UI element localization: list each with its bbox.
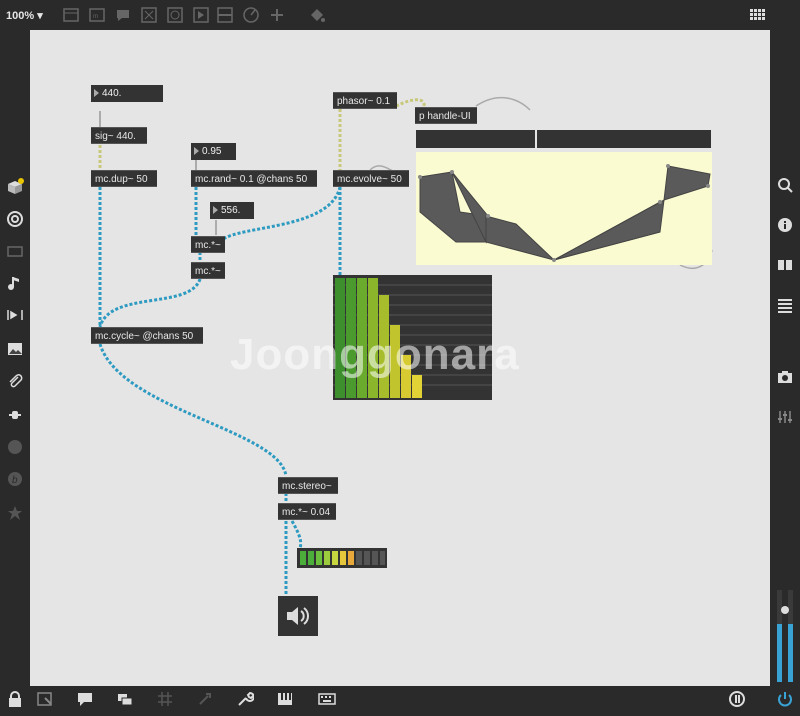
svg-text:b: b <box>12 475 18 486</box>
vizzie-icon[interactable] <box>6 438 24 456</box>
image-icon[interactable] <box>6 340 24 358</box>
piano-icon[interactable] <box>276 690 294 708</box>
plug-icon[interactable] <box>6 406 24 424</box>
snap-icon[interactable] <box>196 690 214 708</box>
frequency-number-box[interactable]: 440. <box>91 85 163 102</box>
message-box-icon[interactable]: m <box>88 6 106 24</box>
mc-multiply-object-1[interactable]: mc.*~ <box>191 236 225 253</box>
top-toolbar: 100% ▾ m <box>0 0 800 30</box>
phasor-object[interactable]: phasor~ 0.1 <box>333 92 397 109</box>
function-breakpoint-editor[interactable] <box>416 152 712 265</box>
presentation-mode-icon[interactable] <box>36 690 54 708</box>
speaker-ezdac[interactable] <box>278 596 318 636</box>
paint-bucket-icon[interactable] <box>308 6 326 24</box>
mc-multiply-label-1: mc.*~ <box>195 240 221 251</box>
number-box-icon[interactable] <box>192 6 210 24</box>
mc-rand-object[interactable]: mc.rand~ 0.1 @chans 50 <box>191 170 317 187</box>
svg-text:m: m <box>93 14 98 20</box>
object-box-icon[interactable] <box>62 6 80 24</box>
speaker-icon <box>285 605 311 627</box>
multiplier-value: 556. <box>221 205 241 216</box>
mc-gain-label: mc.*~ 0.04 <box>282 507 331 518</box>
presentation-icon[interactable] <box>6 242 24 260</box>
info-icon[interactable] <box>776 216 794 234</box>
comment-icon[interactable] <box>114 6 132 24</box>
function-header-right[interactable] <box>537 130 711 148</box>
zoom-label: 100% <box>6 10 35 22</box>
dial-icon[interactable] <box>242 6 260 24</box>
mc-stereo-object[interactable]: mc.stereo~ <box>278 477 338 494</box>
slider-icon[interactable] <box>216 6 234 24</box>
windows-icon[interactable] <box>116 690 134 708</box>
mc-rand-label: mc.rand~ 0.1 @chans 50 <box>195 174 308 185</box>
function-header-left[interactable] <box>416 130 535 148</box>
rand-value: 0.95 <box>202 146 222 157</box>
mc-gain-object[interactable]: mc.*~ 0.04 <box>278 503 336 520</box>
power-icon[interactable] <box>776 690 794 708</box>
mc-dup-object[interactable]: mc.dup~ 50 <box>91 170 157 187</box>
left-sidebar: b <box>0 30 30 686</box>
mc-multiply-object-2[interactable]: mc.*~ <box>191 262 225 279</box>
mc-evolve-label: mc.evolve~ 50 <box>337 174 402 185</box>
grid-view-icon[interactable] <box>748 6 770 24</box>
phasor-label: phasor~ 0.1 <box>337 96 391 107</box>
grid-icon[interactable] <box>156 690 174 708</box>
handle-ui-subpatch[interactable]: p handle-UI <box>415 107 477 124</box>
add-object-icon[interactable] <box>268 6 286 24</box>
search-icon[interactable] <box>776 176 794 194</box>
camera-icon[interactable] <box>776 368 794 386</box>
mixer-icon[interactable] <box>776 408 794 426</box>
paperclip-icon[interactable] <box>6 372 24 390</box>
package-icon[interactable] <box>6 178 24 196</box>
sig-object[interactable]: sig~ 440. <box>91 127 147 144</box>
clip-icon[interactable] <box>6 306 24 324</box>
stereo-level-meter <box>297 548 387 568</box>
wrench-icon[interactable] <box>236 690 254 708</box>
star-icon[interactable] <box>6 504 24 522</box>
keyboard-icon[interactable] <box>318 690 336 708</box>
patcher-canvas[interactable]: 440. sig~ 440. mc.dup~ 50 0.95 mc.rand~ … <box>30 30 770 686</box>
mc-dup-label: mc.dup~ 50 <box>95 174 148 185</box>
target-icon[interactable] <box>6 210 24 228</box>
bottom-toolbar <box>0 686 800 716</box>
mc-stereo-label: mc.stereo~ <box>282 481 332 492</box>
mc-multiply-label-2: mc.*~ <box>195 266 221 277</box>
mc-level-multislider[interactable] <box>333 275 492 400</box>
multiplier-number-box[interactable]: 556. <box>210 202 254 219</box>
sig-label: sig~ 440. <box>95 131 136 142</box>
mc-cycle-object[interactable]: mc.cycle~ @chans 50 <box>91 327 203 344</box>
book-icon[interactable] <box>776 256 794 274</box>
music-note-icon[interactable] <box>6 274 24 292</box>
zoom-menu[interactable]: 100% ▾ <box>6 9 43 22</box>
toggle-icon[interactable] <box>140 6 158 24</box>
button-icon[interactable] <box>166 6 184 24</box>
mc-evolve-object[interactable]: mc.evolve~ 50 <box>333 170 409 187</box>
list-icon[interactable] <box>776 296 794 314</box>
right-sidebar <box>770 30 800 686</box>
output-level-meter[interactable] <box>774 590 796 682</box>
comment-bubble-icon[interactable] <box>76 690 94 708</box>
frequency-value: 440. <box>102 88 122 99</box>
rand-number-box[interactable]: 0.95 <box>191 143 236 160</box>
beap-icon[interactable]: b <box>6 470 24 488</box>
handle-ui-label: p handle-UI <box>419 111 471 122</box>
mc-cycle-label: mc.cycle~ @chans 50 <box>95 331 194 342</box>
audio-status-icon[interactable] <box>728 690 746 708</box>
lock-icon[interactable] <box>6 690 24 708</box>
